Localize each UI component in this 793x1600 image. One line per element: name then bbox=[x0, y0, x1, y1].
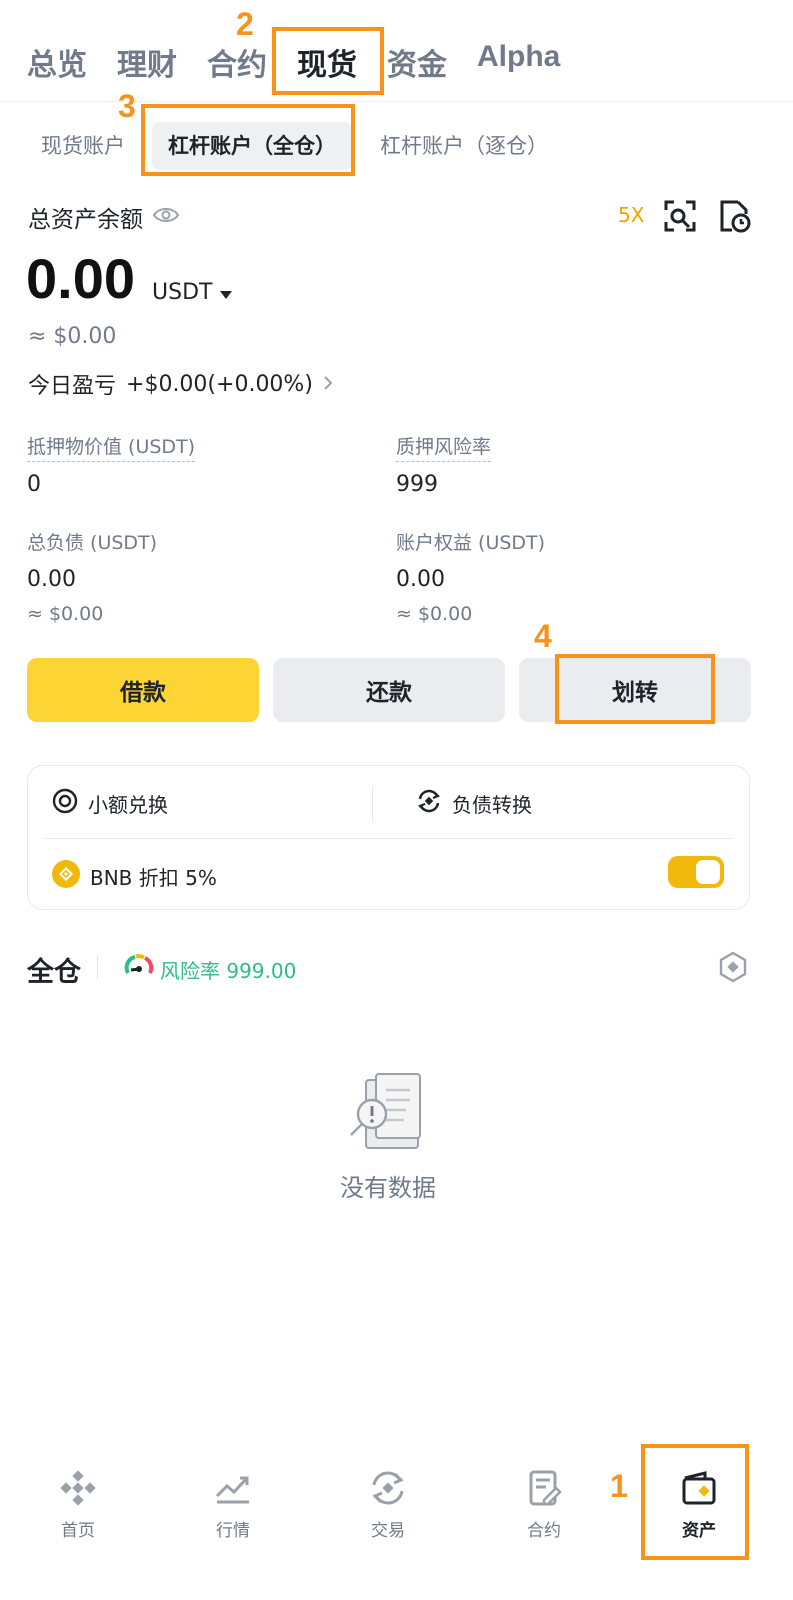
account-equity-value: 0.00 bbox=[396, 567, 445, 592]
small-convert-button[interactable]: 小额兑换 bbox=[52, 788, 168, 819]
card-divider bbox=[44, 838, 734, 839]
no-data-icon bbox=[348, 1072, 428, 1158]
bnb-discount-toggle[interactable] bbox=[668, 856, 724, 888]
tab-funding[interactable]: 资金 bbox=[387, 40, 447, 84]
risk-ratio: 风险率 999.00 bbox=[124, 952, 296, 987]
tab-isolated-margin[interactable]: 杠杆账户（逐仓） bbox=[380, 122, 548, 170]
repay-button[interactable]: 还款 bbox=[273, 658, 505, 722]
history-icon[interactable] bbox=[716, 198, 752, 234]
collateral-value: 0 bbox=[27, 472, 41, 497]
tab-futures[interactable]: 合约 bbox=[207, 40, 267, 84]
tab-overview[interactable]: 总览 bbox=[27, 40, 87, 84]
cross-separator bbox=[97, 955, 98, 979]
tab-alpha[interactable]: Alpha bbox=[477, 40, 560, 74]
total-balance-header: 总资产余额 bbox=[28, 200, 180, 234]
callout-box-assets bbox=[641, 1444, 749, 1560]
bnb-icon bbox=[52, 860, 80, 893]
tools-card: 小额兑换 负债转换 BNB 折扣 5% bbox=[27, 765, 750, 910]
nav-trade[interactable]: 交易 bbox=[333, 1468, 443, 1541]
toggle-knob bbox=[696, 860, 720, 884]
account-equity-label: 账户权益 (USDT) bbox=[396, 532, 546, 554]
margin-risk-label[interactable]: 质押风险率 bbox=[396, 432, 492, 462]
nav-home[interactable]: 首页 bbox=[23, 1468, 133, 1541]
nav-home-label: 首页 bbox=[61, 1521, 95, 1541]
nav-markets[interactable]: 行情 bbox=[178, 1468, 288, 1541]
total-balance-value: 0.00 bbox=[26, 247, 135, 310]
small-convert-label: 小额兑换 bbox=[88, 793, 168, 817]
caret-down-icon bbox=[220, 280, 233, 305]
nav-markets-label: 行情 bbox=[216, 1521, 250, 1541]
tab-spot-account[interactable]: 现货账户 bbox=[41, 122, 125, 170]
total-debt-label: 总负债 (USDT) bbox=[27, 532, 158, 554]
nav-trade-label: 交易 bbox=[371, 1521, 405, 1541]
account-equity-approx: ≈ $0.00 bbox=[396, 603, 473, 625]
callout-number-4: 4 bbox=[534, 618, 552, 654]
currency-label: USDT bbox=[152, 280, 213, 305]
tool-divider bbox=[372, 786, 373, 822]
bnb-discount-label: BNB 折扣 5% bbox=[90, 866, 217, 890]
scan-icon[interactable] bbox=[662, 198, 698, 234]
balance-usd-approx: ≈ $0.00 bbox=[28, 324, 117, 349]
currency-selector[interactable]: USDT bbox=[152, 280, 233, 305]
tab-earn[interactable]: 理财 bbox=[117, 40, 177, 84]
chart-trend-icon bbox=[215, 1476, 249, 1504]
total-debt-value: 0.00 bbox=[27, 567, 76, 592]
margin-risk-value: 999 bbox=[396, 472, 438, 497]
trade-swap-icon bbox=[372, 1471, 404, 1505]
today-pnl-row[interactable]: 今日盈亏 +$0.00(+0.00%) bbox=[28, 368, 333, 400]
nav-futures[interactable]: 合约 bbox=[489, 1468, 599, 1541]
cross-margin-title: 全仓 bbox=[27, 957, 81, 988]
today-pnl-label: 今日盈亏 bbox=[28, 374, 117, 399]
debt-convert-icon bbox=[416, 788, 442, 819]
leverage-badge[interactable]: 5X bbox=[618, 203, 644, 227]
callout-number-1: 1 bbox=[610, 1468, 628, 1504]
eye-icon[interactable] bbox=[152, 204, 180, 230]
nav-futures-label: 合约 bbox=[527, 1521, 561, 1541]
borrow-button[interactable]: 借款 bbox=[27, 658, 259, 722]
bnb-discount-row: BNB 折扣 5% bbox=[52, 860, 217, 893]
binance-logo-icon bbox=[60, 1470, 96, 1506]
collateral-value-label[interactable]: 抵押物价值 (USDT) bbox=[27, 432, 196, 462]
small-convert-icon bbox=[52, 788, 78, 819]
today-pnl-value: +$0.00(+0.00%) bbox=[126, 371, 313, 397]
total-balance-label: 总资产余额 bbox=[28, 207, 143, 233]
sub-tab-bar: 现货账户 杠杆账户（全仓） 杠杆账户（逐仓） bbox=[0, 118, 793, 174]
debt-convert-label: 负债转换 bbox=[452, 793, 532, 817]
debt-convert-button[interactable]: 负债转换 bbox=[416, 788, 532, 819]
callout-box-cross-margin bbox=[141, 104, 355, 176]
callout-number-2: 2 bbox=[236, 6, 254, 42]
risk-ratio-value: 风险率 999.00 bbox=[160, 959, 297, 983]
risk-gauge-icon bbox=[124, 952, 154, 987]
settings-hex-icon[interactable] bbox=[716, 950, 750, 984]
callout-number-3: 3 bbox=[118, 88, 136, 124]
callout-box-transfer bbox=[555, 654, 715, 724]
callout-box-spot bbox=[272, 27, 384, 95]
futures-document-icon bbox=[529, 1470, 562, 1506]
no-data-text: 没有数据 bbox=[340, 1174, 436, 1202]
total-debt-approx: ≈ $0.00 bbox=[27, 603, 104, 625]
chevron-right-icon bbox=[323, 372, 333, 397]
